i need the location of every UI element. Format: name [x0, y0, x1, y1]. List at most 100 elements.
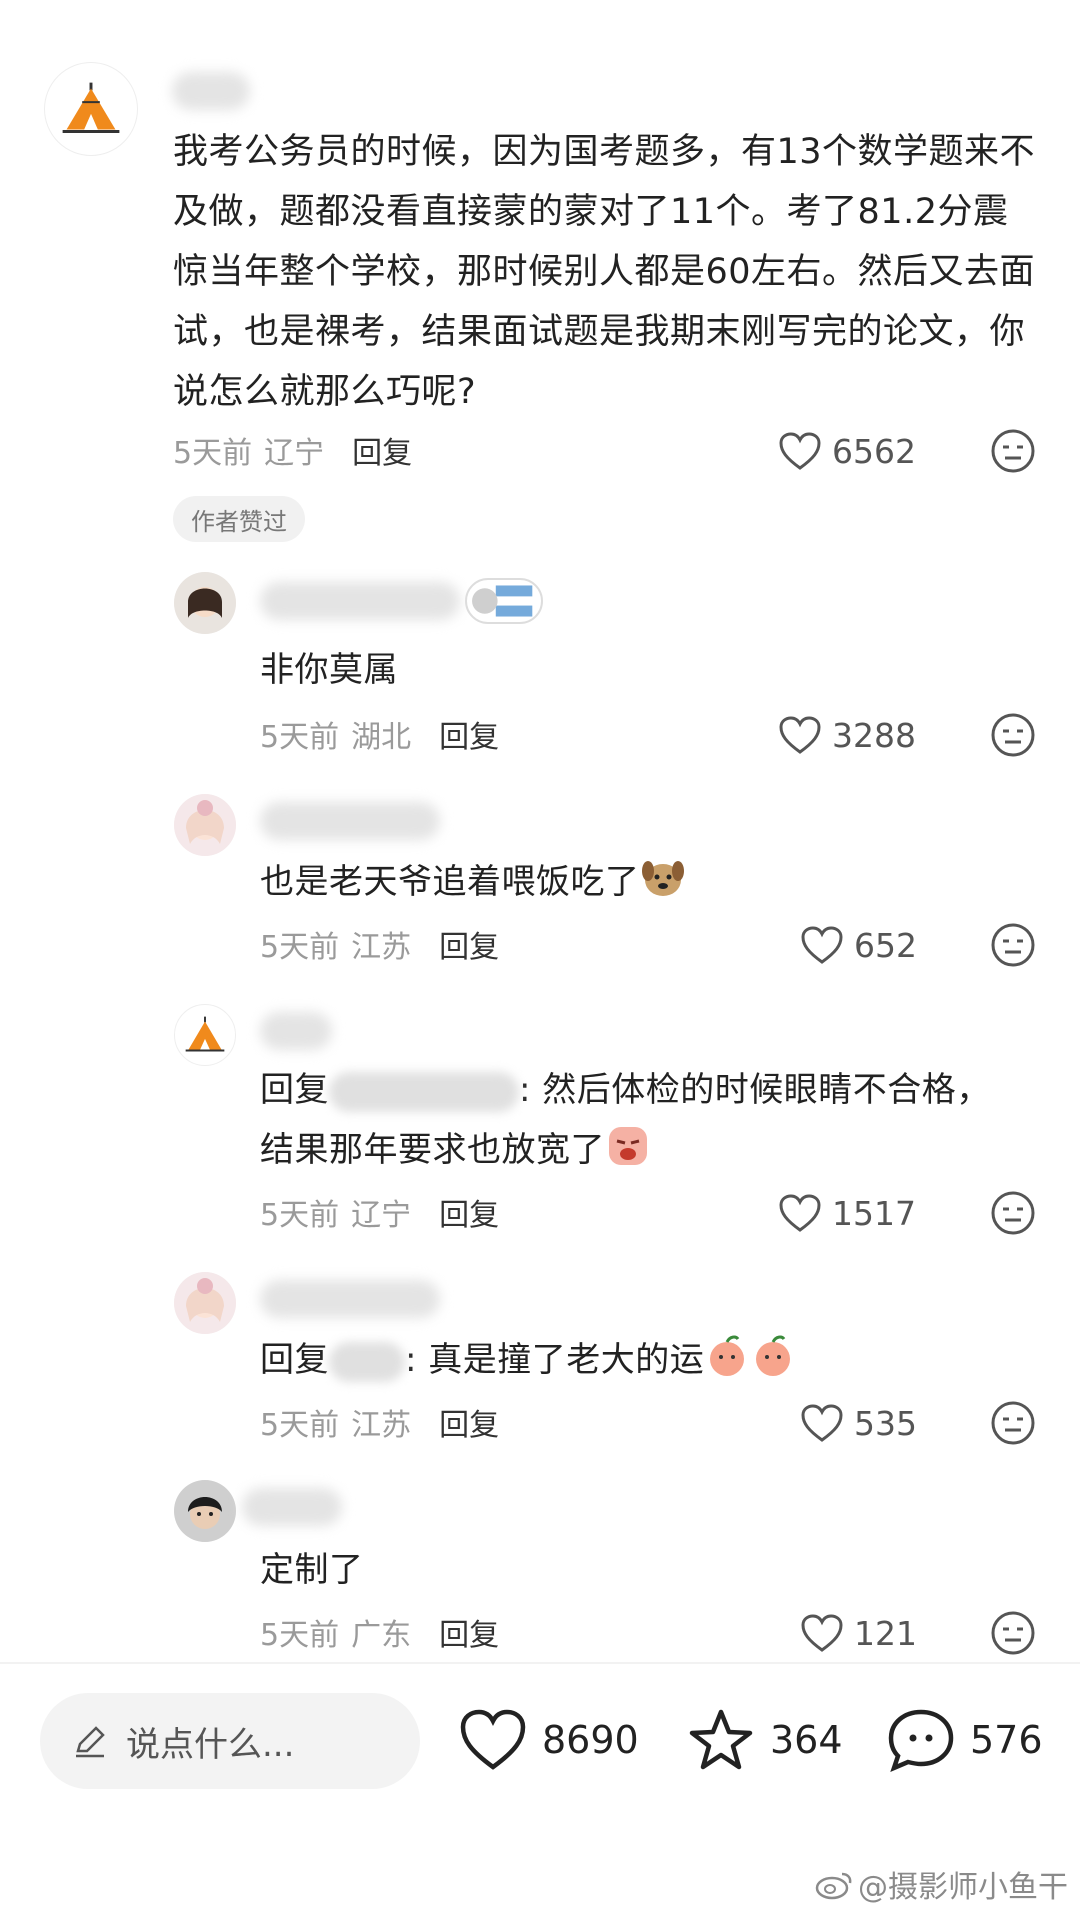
reply-name-blurred[interactable]: [260, 1280, 440, 1318]
doll-avatar-icon: [174, 794, 236, 856]
like-button[interactable]: 3288: [778, 710, 916, 760]
pencil-icon: [76, 1726, 105, 1758]
like-button[interactable]: 6562: [778, 426, 916, 476]
watermark-text: @摄影师小鱼干: [858, 1870, 1068, 1905]
comment-location: 辽宁: [264, 436, 325, 471]
reaction-button[interactable]: [990, 712, 1036, 758]
comment-bubble-icon: [888, 1709, 954, 1773]
like-count: 1517: [832, 1193, 916, 1233]
comment-text: 我考公务员的时候，因为国考题多，有13个数学题来不及做，题都没看直接蒙的蒙对了1…: [173, 132, 1036, 412]
reaction-button[interactable]: [990, 1610, 1036, 1656]
tent-icon: [185, 1016, 225, 1052]
reply-avatar[interactable]: [174, 1480, 236, 1542]
reply-text-content: 也是老天爷追着喂饭吃了: [260, 862, 640, 902]
reaction-button[interactable]: [990, 1400, 1036, 1446]
reply-text: 也是老天爷追着喂饭吃了: [260, 852, 686, 912]
mentioned-user-blurred[interactable]: [329, 1341, 405, 1382]
reply-location: 辽宁: [351, 1198, 412, 1233]
flag-icon: [465, 578, 543, 624]
like-button[interactable]: 535: [800, 1398, 917, 1448]
like-button[interactable]: 121: [800, 1608, 917, 1658]
mentioned-user-blurred[interactable]: [329, 1071, 519, 1112]
watermark: @摄影师小鱼干: [814, 1862, 1068, 1905]
like-count: 121: [854, 1613, 917, 1653]
like-count: 3288: [832, 715, 916, 755]
reply-time: 5天前: [260, 930, 340, 965]
reply-avatar[interactable]: [174, 1004, 236, 1066]
heart-icon: [801, 1404, 843, 1442]
puppy-emoji-icon: [640, 855, 686, 901]
commenter-name-blurred[interactable]: [172, 72, 250, 110]
reply-time: 5天前: [260, 1618, 340, 1653]
reply-meta: 5天前 江苏 回复: [260, 1400, 499, 1444]
boy-avatar-icon: [174, 1480, 236, 1542]
comment-input[interactable]: 说点什么...: [40, 1693, 420, 1789]
reply-button[interactable]: 回复: [439, 922, 499, 966]
tent-icon: [62, 82, 120, 133]
reply-location: 江苏: [351, 1408, 412, 1443]
reaction-button[interactable]: [990, 922, 1036, 968]
reply-text: 非你莫属: [260, 650, 398, 690]
comment-page: 我考公务员的时候，因为国考题多，有13个数学题来不及做，题都没看直接蒙的蒙对了1…: [0, 0, 1080, 1905]
reply-button[interactable]: 回复: [439, 712, 499, 756]
reply-meta: 5天前 辽宁 回复: [260, 1190, 499, 1234]
reply-button[interactable]: 回复: [439, 1610, 499, 1654]
reply-button[interactable]: 回复: [439, 1400, 499, 1444]
like-button[interactable]: 1517: [778, 1188, 916, 1238]
reply-name-blurred[interactable]: [260, 1012, 332, 1050]
favorite-count: 364: [770, 1718, 843, 1762]
reply-location: 广东: [351, 1618, 412, 1653]
heart-icon: [801, 926, 843, 964]
reply-meta: 5天前 广东 回复: [260, 1610, 499, 1654]
author-liked-badge: 作者赞过: [173, 496, 305, 542]
reply-location: 江苏: [351, 930, 412, 965]
reply-avatar[interactable]: [174, 794, 236, 856]
doll-avatar-icon: [174, 1272, 236, 1334]
heart-icon: [801, 1614, 843, 1652]
meh-face-icon: [991, 1401, 1035, 1445]
post-like-button[interactable]: 8690: [458, 1700, 639, 1780]
meh-face-icon: [991, 1191, 1035, 1235]
meh-face-icon: [991, 1611, 1035, 1655]
comment-time: 5天前: [173, 436, 253, 471]
reply-text: 定制了: [260, 1550, 364, 1590]
reply-text: 回复: 真是撞了老大的运: [260, 1330, 796, 1390]
bottom-divider: [0, 1662, 1080, 1664]
peach-emoji-icon: [704, 1333, 750, 1379]
heart-icon: [779, 432, 821, 470]
reply-time: 5天前: [260, 1408, 340, 1443]
meh-face-icon: [991, 429, 1035, 473]
reply-avatar[interactable]: [174, 1272, 236, 1334]
reaction-button[interactable]: [990, 428, 1036, 474]
like-button[interactable]: 652: [800, 920, 917, 970]
meh-face-icon: [991, 923, 1035, 967]
reply-name-blurred[interactable]: [242, 1488, 342, 1526]
crying-emoji-icon: [605, 1123, 651, 1169]
reply-text: 回复: 然后体检的时候眼睛不合格， 结果那年要求也放宽了: [260, 1060, 1050, 1180]
reply-button[interactable]: 回复: [352, 428, 412, 472]
comment-meta: 5天前 辽宁 回复: [173, 428, 412, 472]
reply-meta: 5天前 江苏 回复: [260, 922, 499, 966]
reply-text-content-line2: 结果那年要求也放宽了: [260, 1130, 605, 1170]
post-like-count: 8690: [542, 1718, 639, 1762]
like-count: 652: [854, 925, 917, 965]
comment-input-placeholder: 说点什么...: [126, 1724, 295, 1765]
peach-emoji-icon: [750, 1333, 796, 1379]
like-count: 535: [854, 1403, 917, 1443]
heart-icon: [779, 716, 821, 754]
meh-face-icon: [991, 713, 1035, 757]
reply-name-blurred[interactable]: [260, 802, 440, 840]
reply-button[interactable]: 回复: [439, 1190, 499, 1234]
reply-prefix: 回复: [260, 1070, 329, 1110]
comments-button[interactable]: 576: [886, 1700, 1043, 1780]
favorite-button[interactable]: 364: [686, 1700, 843, 1780]
weibo-logo-icon: [815, 1872, 852, 1900]
reply-name-blurred[interactable]: [260, 582, 460, 620]
reaction-button[interactable]: [990, 1190, 1036, 1236]
heart-icon: [779, 1194, 821, 1232]
reply-location: 湖北: [351, 720, 412, 755]
reply-avatar[interactable]: [174, 572, 236, 634]
reply-prefix: 回复: [260, 1340, 329, 1380]
comment-count: 576: [970, 1718, 1043, 1762]
commenter-avatar[interactable]: [44, 62, 138, 156]
